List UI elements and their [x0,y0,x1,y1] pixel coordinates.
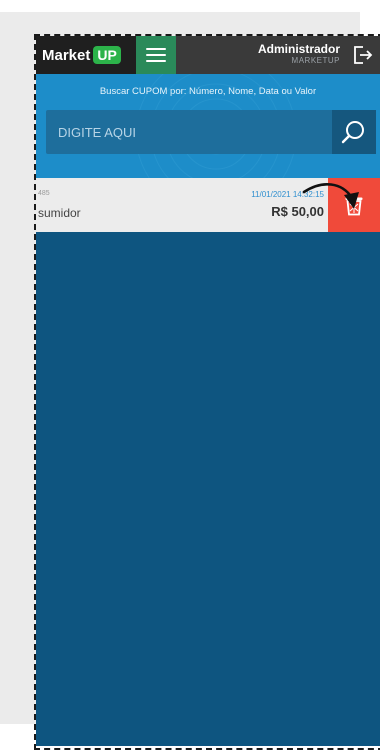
user-name: Administrador [257,42,340,56]
arrow-annotation [302,183,359,209]
search-input[interactable] [46,110,332,154]
menu-icon [146,48,166,50]
search-hint: Buscar CUPOM por: Número, Nome, Data ou … [99,86,317,97]
search-button[interactable] [332,110,376,154]
logout-icon [354,46,373,64]
user-org: MARKETUP [291,56,340,65]
logo-text: Market [42,46,91,64]
logout-button[interactable] [344,36,380,74]
coupon-id: 485 [38,190,50,197]
coupon-customer: sumidor [38,206,81,220]
logo-badge: UP [93,46,121,64]
phone-screen: Market UP Administrador MARKETUP Buscar … [36,36,380,746]
menu-button[interactable] [136,36,176,74]
top-bar: Market UP Administrador MARKETUP [36,36,380,74]
search-box [46,110,376,154]
user-info: Administrador MARKETUP [258,42,340,66]
search-icon [341,121,364,144]
marketup-logo: Market UP [36,36,136,74]
